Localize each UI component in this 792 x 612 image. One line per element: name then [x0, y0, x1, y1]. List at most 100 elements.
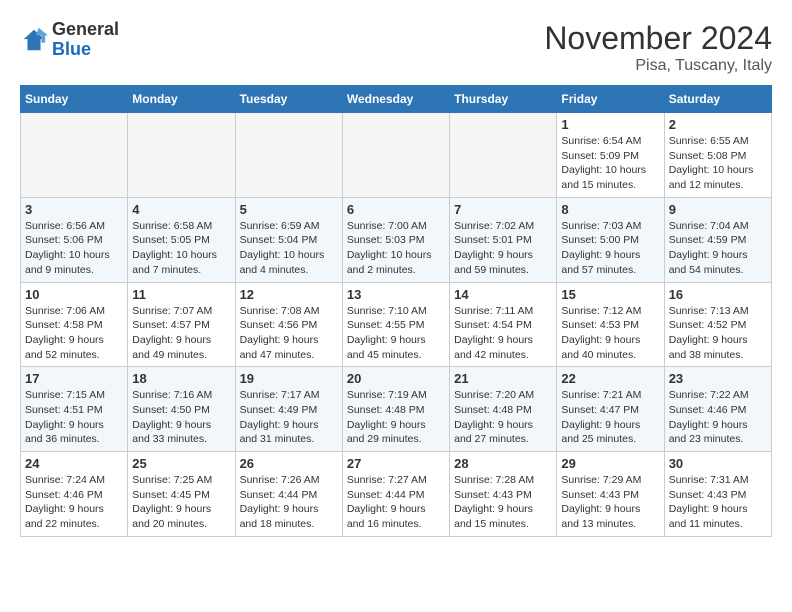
calendar-cell: 14 Sunrise: 7:11 AM Sunset: 4:54 PM Dayli…	[450, 282, 557, 367]
calendar-cell: 29 Sunrise: 7:29 AM Sunset: 4:43 PM Dayli…	[557, 452, 664, 537]
day-number: 27	[347, 456, 445, 471]
logo-icon	[20, 26, 48, 54]
day-info: Sunrise: 7:10 AM Sunset: 4:55 PM Dayligh…	[347, 304, 445, 363]
day-of-week-header: Saturday	[664, 86, 771, 113]
day-number: 21	[454, 371, 552, 386]
calendar-cell: 28Sunrise: 7:28 AM Sunset: 4:43 PM Dayli…	[450, 452, 557, 537]
calendar-cell: 27 Sunrise: 7:27 AM Sunset: 4:44 PM Dayli…	[342, 452, 449, 537]
day-number: 11	[132, 287, 230, 302]
day-info: Sunrise: 7:29 AM Sunset: 4:43 PM Dayligh…	[561, 473, 659, 532]
day-info: Sunrise: 7:20 AM Sunset: 4:48 PM Dayligh…	[454, 388, 552, 447]
day-number: 15	[561, 287, 659, 302]
day-number: 9	[669, 202, 767, 217]
day-info: Sunrise: 7:15 AM Sunset: 4:51 PM Dayligh…	[25, 388, 123, 447]
day-info: Sunrise: 7:17 AM Sunset: 4:49 PM Dayligh…	[240, 388, 338, 447]
calendar-cell	[21, 113, 128, 198]
day-number: 13	[347, 287, 445, 302]
day-info: Sunrise: 7:07 AM Sunset: 4:57 PM Dayligh…	[132, 304, 230, 363]
logo-general-text: General	[52, 19, 119, 39]
calendar-cell: 18 Sunrise: 7:16 AM Sunset: 4:50 PM Dayli…	[128, 367, 235, 452]
calendar-cell: 9 Sunrise: 7:04 AM Sunset: 4:59 PM Daylig…	[664, 197, 771, 282]
day-info: Sunrise: 6:56 AM Sunset: 5:06 PM Dayligh…	[25, 219, 123, 278]
day-number: 8	[561, 202, 659, 217]
calendar-cell: 12 Sunrise: 7:08 AM Sunset: 4:56 PM Dayli…	[235, 282, 342, 367]
day-number: 14	[454, 287, 552, 302]
day-info: Sunrise: 7:02 AM Sunset: 5:01 PM Dayligh…	[454, 219, 552, 278]
day-info: Sunrise: 7:11 AM Sunset: 4:54 PM Dayligh…	[454, 304, 552, 363]
calendar-cell: 19Sunrise: 7:17 AM Sunset: 4:49 PM Dayli…	[235, 367, 342, 452]
day-number: 17	[25, 371, 123, 386]
day-number: 29	[561, 456, 659, 471]
day-of-week-header: Thursday	[450, 86, 557, 113]
calendar-cell	[342, 113, 449, 198]
logo: General Blue	[20, 20, 119, 60]
logo-blue-text: Blue	[52, 39, 91, 59]
day-number: 7	[454, 202, 552, 217]
day-number: 1	[561, 117, 659, 132]
calendar-cell	[235, 113, 342, 198]
day-number: 16	[669, 287, 767, 302]
day-number: 5	[240, 202, 338, 217]
calendar-cell: 11 Sunrise: 7:07 AM Sunset: 4:57 PM Dayli…	[128, 282, 235, 367]
calendar-week-row: 1Sunrise: 6:54 AM Sunset: 5:09 PM Daylig…	[21, 113, 772, 198]
day-info: Sunrise: 7:00 AM Sunset: 5:03 PM Dayligh…	[347, 219, 445, 278]
day-info: Sunrise: 6:58 AM Sunset: 5:05 PM Dayligh…	[132, 219, 230, 278]
day-of-week-header: Monday	[128, 86, 235, 113]
day-info: Sunrise: 7:12 AM Sunset: 4:53 PM Dayligh…	[561, 304, 659, 363]
calendar-cell: 22 Sunrise: 7:21 AM Sunset: 4:47 PM Dayli…	[557, 367, 664, 452]
calendar-week-row: 10 Sunrise: 7:06 AM Sunset: 4:58 PM Dayli…	[21, 282, 772, 367]
day-number: 22	[561, 371, 659, 386]
day-number: 12	[240, 287, 338, 302]
day-number: 23	[669, 371, 767, 386]
calendar-cell: 8 Sunrise: 7:03 AM Sunset: 5:00 PM Daylig…	[557, 197, 664, 282]
day-number: 20	[347, 371, 445, 386]
day-info: Sunrise: 7:24 AM Sunset: 4:46 PM Dayligh…	[25, 473, 123, 532]
day-number: 18	[132, 371, 230, 386]
day-info: Sunrise: 7:31 AM Sunset: 4:43 PM Dayligh…	[669, 473, 767, 532]
day-info: Sunrise: 7:06 AM Sunset: 4:58 PM Dayligh…	[25, 304, 123, 363]
day-info: Sunrise: 7:25 AM Sunset: 4:45 PM Dayligh…	[132, 473, 230, 532]
calendar-cell: 20 Sunrise: 7:19 AM Sunset: 4:48 PM Dayli…	[342, 367, 449, 452]
calendar-cell: 6 Sunrise: 7:00 AM Sunset: 5:03 PM Daylig…	[342, 197, 449, 282]
day-info: Sunrise: 7:19 AM Sunset: 4:48 PM Dayligh…	[347, 388, 445, 447]
calendar-cell: 25 Sunrise: 7:25 AM Sunset: 4:45 PM Dayli…	[128, 452, 235, 537]
day-info: Sunrise: 6:59 AM Sunset: 5:04 PM Dayligh…	[240, 219, 338, 278]
calendar-cell: 17 Sunrise: 7:15 AM Sunset: 4:51 PM Dayli…	[21, 367, 128, 452]
calendar-cell: 10 Sunrise: 7:06 AM Sunset: 4:58 PM Dayli…	[21, 282, 128, 367]
day-number: 28	[454, 456, 552, 471]
day-number: 26	[240, 456, 338, 471]
day-of-week-header: Wednesday	[342, 86, 449, 113]
calendar-cell	[128, 113, 235, 198]
calendar-cell: 1Sunrise: 6:54 AM Sunset: 5:09 PM Daylig…	[557, 113, 664, 198]
calendar-cell	[450, 113, 557, 198]
calendar-cell: 24 Sunrise: 7:24 AM Sunset: 4:46 PM Dayli…	[21, 452, 128, 537]
day-info: Sunrise: 7:04 AM Sunset: 4:59 PM Dayligh…	[669, 219, 767, 278]
day-of-week-header: Friday	[557, 86, 664, 113]
calendar-cell: 7 Sunrise: 7:02 AM Sunset: 5:01 PM Daylig…	[450, 197, 557, 282]
day-number: 6	[347, 202, 445, 217]
day-of-week-header: Sunday	[21, 86, 128, 113]
day-info: Sunrise: 7:27 AM Sunset: 4:44 PM Dayligh…	[347, 473, 445, 532]
day-info: Sunrise: 7:08 AM Sunset: 4:56 PM Dayligh…	[240, 304, 338, 363]
day-number: 24	[25, 456, 123, 471]
calendar-cell: 4 Sunrise: 6:58 AM Sunset: 5:05 PM Daylig…	[128, 197, 235, 282]
title-section: November 2024 Pisa, Tuscany, Italy	[544, 20, 772, 75]
day-info: Sunrise: 7:03 AM Sunset: 5:00 PM Dayligh…	[561, 219, 659, 278]
day-number: 4	[132, 202, 230, 217]
calendar-cell: 26Sunrise: 7:26 AM Sunset: 4:44 PM Dayli…	[235, 452, 342, 537]
calendar-cell: 5 Sunrise: 6:59 AM Sunset: 5:04 PM Daylig…	[235, 197, 342, 282]
day-number: 30	[669, 456, 767, 471]
day-info: Sunrise: 7:21 AM Sunset: 4:47 PM Dayligh…	[561, 388, 659, 447]
day-number: 3	[25, 202, 123, 217]
day-number: 10	[25, 287, 123, 302]
calendar-cell: 2Sunrise: 6:55 AM Sunset: 5:08 PM Daylig…	[664, 113, 771, 198]
calendar-week-row: 3 Sunrise: 6:56 AM Sunset: 5:06 PM Daylig…	[21, 197, 772, 282]
day-info: Sunrise: 7:16 AM Sunset: 4:50 PM Dayligh…	[132, 388, 230, 447]
calendar-week-row: 24 Sunrise: 7:24 AM Sunset: 4:46 PM Dayli…	[21, 452, 772, 537]
calendar-cell: 30 Sunrise: 7:31 AM Sunset: 4:43 PM Dayli…	[664, 452, 771, 537]
calendar-cell: 16Sunrise: 7:13 AM Sunset: 4:52 PM Dayli…	[664, 282, 771, 367]
calendar-cell: 21 Sunrise: 7:20 AM Sunset: 4:48 PM Dayli…	[450, 367, 557, 452]
day-number: 25	[132, 456, 230, 471]
day-of-week-header: Tuesday	[235, 86, 342, 113]
calendar-cell: 3 Sunrise: 6:56 AM Sunset: 5:06 PM Daylig…	[21, 197, 128, 282]
